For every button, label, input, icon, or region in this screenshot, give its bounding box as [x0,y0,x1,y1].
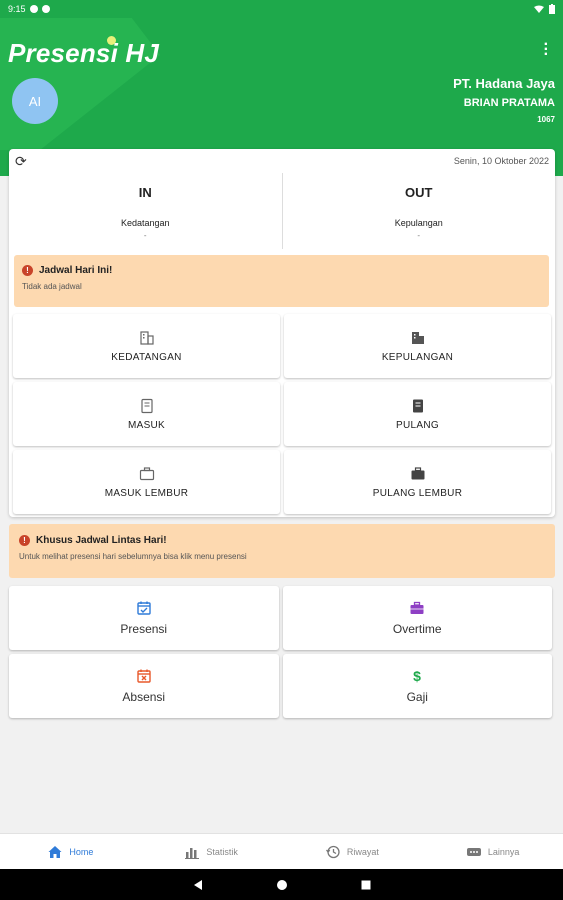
notification-icon [29,5,38,13]
in-value: - [143,231,147,240]
menu-grid: Presensi Overtime Absensi $ Gaji [9,586,552,718]
document-filled-icon [412,399,423,412]
building-outline-icon [139,330,154,345]
briefcase-outline-icon [139,466,154,480]
calendar-check-icon [137,601,151,615]
status-time: 9:15 [8,4,26,14]
in-label: Kedatangan [120,218,170,228]
back-icon[interactable] [192,879,204,891]
action-grid: KEDATANGAN KEPULANGAN MASUK PULANG MASUK… [13,314,551,514]
battery-icon [549,4,555,14]
calendar-x-icon [137,669,151,683]
in-title: IN [138,185,152,200]
nav-riwayat[interactable]: Riwayat [282,834,423,869]
document-outline-icon [140,398,153,413]
dollar-icon: $ [413,668,421,684]
more-icon [466,847,481,856]
notification-icon [41,5,50,13]
schedule-alert: ! Jadwal Hari Ini! Tidak ada jadwal [14,255,549,307]
cross-day-alert-body: Untuk melihat presensi hari sebelumnya b… [19,552,247,561]
briefcase-filled-icon [411,466,424,479]
cross-day-alert-title: Khusus Jadwal Lintas Hari! [36,535,167,546]
pulang-lembur-label: PULANG LEMBUR [372,487,463,499]
out-title: OUT [405,185,433,200]
menu-absensi-label: Absensi [122,690,166,704]
wifi-icon [534,5,544,13]
schedule-alert-title: Jadwal Hari Ini! [39,265,113,276]
company-info: PT. Hadana Jaya BRIAN PRATAMA 1067 [453,76,555,124]
pulang-label: PULANG [396,419,439,431]
nav-lainnya[interactable]: Lainnya [422,834,563,869]
user-id: 1067 [537,115,555,124]
out-label: Kepulangan [394,218,443,228]
history-icon [325,845,340,858]
recents-icon[interactable] [360,879,372,891]
nav-statistik-label: Statistik [206,846,238,857]
in-summary: IN Kedatangan - [9,173,282,249]
masuk-lembur-label: MASUK LEMBUR [104,487,189,499]
menu-gaji-label: Gaji [406,690,428,704]
building-filled-icon [411,331,424,344]
schedule-alert-body: Tidak ada jadwal [22,282,82,291]
attendance-card: ⟳ Senin, 10 Oktober 2022 IN Kedatangan -… [9,149,555,517]
kepulangan-button[interactable]: KEPULANGAN [284,314,551,378]
out-summary: OUT Kepulangan - [281,173,556,249]
cross-day-alert: ! Khusus Jadwal Lintas Hari! Untuk melih… [9,524,555,578]
pulang-button[interactable]: PULANG [284,382,551,446]
masuk-label: MASUK [127,419,166,431]
nav-home-label: Home [69,846,94,857]
more-vert-icon[interactable]: · · · [544,37,549,63]
home-circle-icon[interactable] [276,879,288,891]
out-value: - [417,231,421,240]
app-title: Presensi HJ [8,38,160,68]
home-icon [48,845,62,858]
masuk-lembur-button[interactable]: MASUK LEMBUR [13,450,280,514]
menu-absensi[interactable]: Absensi [9,654,279,718]
menu-overtime[interactable]: Overtime [282,586,552,650]
company-name: PT. Hadana Jaya [453,76,555,91]
masuk-button[interactable]: MASUK [13,382,280,446]
alert-icon: ! [19,535,30,546]
nav-lainnya-label: Lainnya [487,846,520,857]
alert-icon: ! [22,265,33,276]
current-date: Senin, 10 Oktober 2022 [453,156,549,166]
logo-dot [107,36,116,45]
in-out-summary: IN Kedatangan - OUT Kepulangan - [9,173,555,249]
pulang-lembur-button[interactable]: PULANG LEMBUR [284,450,551,514]
user-name: BRIAN PRATAMA [463,97,555,109]
menu-presensi[interactable]: Presensi [9,586,279,650]
kedatangan-label: KEDATANGAN [111,351,182,363]
status-bar: 9:15 [0,0,563,18]
nav-riwayat-label: Riwayat [346,846,379,857]
bottom-nav: Home Statistik Riwayat Lainnya [0,833,563,869]
system-nav-bar [0,869,563,900]
nav-home[interactable]: Home [0,834,141,869]
kedatangan-button[interactable]: KEDATANGAN [13,314,280,378]
menu-presensi-label: Presensi [120,622,168,636]
kepulangan-label: KEPULANGAN [381,351,454,363]
refresh-icon[interactable]: ⟳ [15,153,27,170]
svg-text:$: $ [413,668,421,684]
nav-statistik[interactable]: Statistik [141,834,282,869]
menu-overtime-label: Overtime [392,622,442,636]
menu-gaji[interactable]: $ Gaji [282,654,552,718]
avatar[interactable]: AI [12,78,58,124]
bar-chart-icon [185,847,200,859]
briefcase-icon [410,601,424,614]
